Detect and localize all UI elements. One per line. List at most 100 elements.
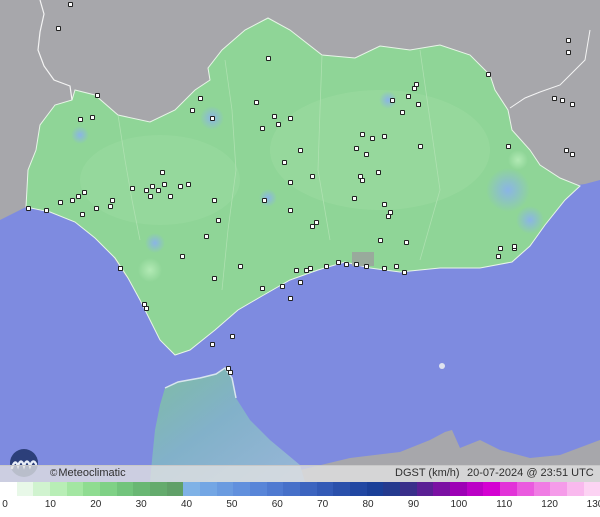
brand-credit[interactable]: ©Meteoclimatic	[50, 467, 126, 479]
weather-station-icon[interactable]	[506, 144, 511, 149]
weather-station-icon[interactable]	[324, 264, 329, 269]
weather-station-icon[interactable]	[108, 204, 113, 209]
weather-station-icon[interactable]	[288, 116, 293, 121]
weather-station-icon[interactable]	[512, 244, 517, 249]
weather-station-icon[interactable]	[416, 102, 421, 107]
weather-station-icon[interactable]	[344, 262, 349, 267]
weather-station-icon[interactable]	[56, 26, 61, 31]
weather-station-icon[interactable]	[376, 170, 381, 175]
weather-station-icon[interactable]	[310, 174, 315, 179]
weather-station-icon[interactable]	[570, 152, 575, 157]
weather-station-icon[interactable]	[360, 132, 365, 137]
weather-station-icon[interactable]	[226, 366, 231, 371]
weather-station-icon[interactable]	[178, 184, 183, 189]
weather-station-icon[interactable]	[498, 246, 503, 251]
weather-station-icon[interactable]	[566, 38, 571, 43]
weather-station-icon[interactable]	[288, 208, 293, 213]
weather-station-icon[interactable]	[288, 180, 293, 185]
weather-station-icon[interactable]	[82, 190, 87, 195]
weather-station-icon[interactable]	[406, 94, 411, 99]
weather-station-icon[interactable]	[230, 334, 235, 339]
weather-station-icon[interactable]	[156, 188, 161, 193]
weather-station-icon[interactable]	[570, 102, 575, 107]
weather-station-icon[interactable]	[276, 122, 281, 127]
weather-station-icon[interactable]	[204, 234, 209, 239]
weather-station-icon[interactable]	[260, 126, 265, 131]
weather-station-icon[interactable]	[382, 266, 387, 271]
weather-station-icon[interactable]	[552, 96, 557, 101]
weather-station-icon[interactable]	[80, 212, 85, 217]
weather-station-icon[interactable]	[160, 170, 165, 175]
weather-station-icon[interactable]	[58, 200, 63, 205]
weather-station-icon[interactable]	[354, 262, 359, 267]
weather-station-icon[interactable]	[180, 254, 185, 259]
weather-station-icon[interactable]	[314, 220, 319, 225]
scale-swatch	[483, 482, 501, 496]
weather-station-icon[interactable]	[190, 108, 195, 113]
weather-station-icon[interactable]	[304, 268, 309, 273]
weather-station-icon[interactable]	[414, 82, 419, 87]
weather-station-icon[interactable]	[44, 208, 49, 213]
weather-station-icon[interactable]	[90, 115, 95, 120]
weather-station-icon[interactable]	[150, 184, 155, 189]
weather-station-icon[interactable]	[78, 117, 83, 122]
weather-station-icon[interactable]	[560, 98, 565, 103]
weather-station-icon[interactable]	[148, 194, 153, 199]
weather-station-icon[interactable]	[386, 214, 391, 219]
weather-station-icon[interactable]	[288, 296, 293, 301]
weather-station-icon[interactable]	[364, 264, 369, 269]
weather-station-icon[interactable]	[266, 56, 271, 61]
weather-station-icon[interactable]	[216, 218, 221, 223]
weather-station-icon[interactable]	[400, 110, 405, 115]
weather-station-icon[interactable]	[280, 284, 285, 289]
weather-station-icon[interactable]	[382, 202, 387, 207]
weather-station-icon[interactable]	[168, 194, 173, 199]
weather-station-icon[interactable]	[186, 182, 191, 187]
weather-station-icon[interactable]	[394, 264, 399, 269]
weather-station-icon[interactable]	[294, 268, 299, 273]
weather-station-icon[interactable]	[118, 266, 123, 271]
weather-station-icon[interactable]	[110, 198, 115, 203]
weather-station-icon[interactable]	[162, 182, 167, 187]
weather-station-icon[interactable]	[336, 260, 341, 265]
weather-station-icon[interactable]	[282, 160, 287, 165]
weather-station-icon[interactable]	[144, 188, 149, 193]
weather-station-icon[interactable]	[144, 306, 149, 311]
weather-station-icon[interactable]	[360, 178, 365, 183]
weather-station-icon[interactable]	[212, 198, 217, 203]
weather-station-icon[interactable]	[95, 93, 100, 98]
weather-station-icon[interactable]	[298, 148, 303, 153]
weather-station-icon[interactable]	[68, 2, 73, 7]
weather-station-icon[interactable]	[404, 240, 409, 245]
weather-station-icon[interactable]	[260, 286, 265, 291]
weather-station-icon[interactable]	[352, 196, 357, 201]
weather-station-icon[interactable]	[486, 72, 491, 77]
weather-station-icon[interactable]	[370, 136, 375, 141]
weather-station-icon[interactable]	[378, 238, 383, 243]
weather-station-icon[interactable]	[238, 264, 243, 269]
weather-station-icon[interactable]	[566, 50, 571, 55]
color-scale-labels: 0 10 20 30 40 50 60 70 80 90 100 110 120 130	[0, 497, 600, 517]
weather-station-icon[interactable]	[130, 186, 135, 191]
weather-station-icon[interactable]	[210, 116, 215, 121]
weather-station-icon[interactable]	[390, 98, 395, 103]
weather-station-icon[interactable]	[212, 276, 217, 281]
weather-station-icon[interactable]	[272, 114, 277, 119]
weather-station-icon[interactable]	[26, 206, 31, 211]
weather-station-icon[interactable]	[402, 270, 407, 275]
weather-station-icon[interactable]	[382, 134, 387, 139]
weather-station-icon[interactable]	[210, 342, 215, 347]
weather-station-icon[interactable]	[364, 152, 369, 157]
weather-station-icon[interactable]	[76, 194, 81, 199]
weather-station-icon[interactable]	[496, 254, 501, 259]
weather-station-icon[interactable]	[354, 146, 359, 151]
weather-station-icon[interactable]	[564, 148, 569, 153]
weather-station-icon[interactable]	[418, 144, 423, 149]
weather-station-icon[interactable]	[198, 96, 203, 101]
weather-station-icon[interactable]	[70, 198, 75, 203]
weather-station-icon[interactable]	[94, 206, 99, 211]
scale-swatch	[100, 482, 117, 496]
weather-station-icon[interactable]	[262, 198, 267, 203]
weather-station-icon[interactable]	[254, 100, 259, 105]
weather-station-icon[interactable]	[298, 280, 303, 285]
